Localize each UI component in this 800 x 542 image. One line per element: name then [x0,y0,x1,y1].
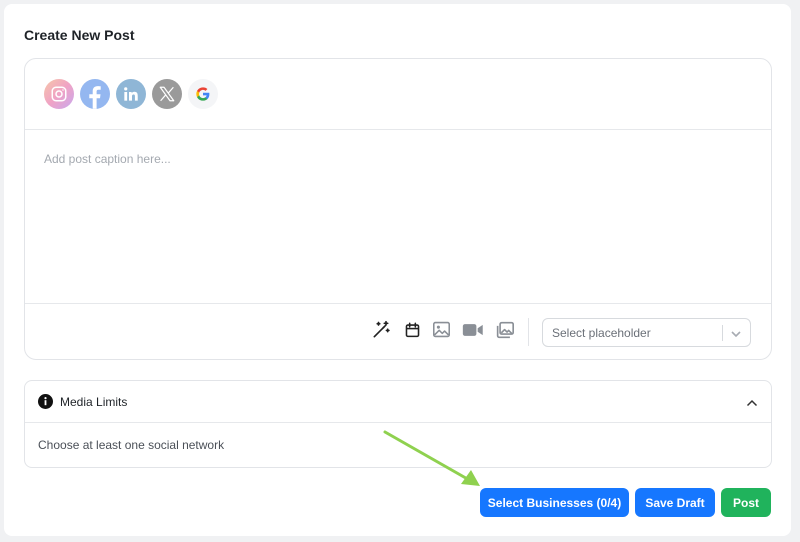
ai-assist-button[interactable] [371,320,391,345]
select-businesses-button[interactable]: Select Businesses (0/4) [480,488,629,517]
page-title: Create New Post [24,27,135,43]
facebook-icon [80,79,110,109]
x-icon [158,85,176,103]
media-limits-title: Media Limits [60,395,128,409]
magic-wand-icon [371,320,391,345]
add-gallery-button[interactable] [495,321,515,344]
x-toggle[interactable] [152,79,182,109]
google-icon [195,86,211,102]
composer-toolbar: Select placeholder [25,303,771,360]
gallery-icon [495,321,515,344]
post-button[interactable]: Post [721,488,771,517]
instagram-icon [50,85,68,103]
add-video-button[interactable] [462,322,484,342]
save-draft-button[interactable]: Save Draft [635,488,715,517]
social-network-bar [25,59,771,130]
linkedin-toggle[interactable] [116,79,146,109]
placeholder-select-text: Select placeholder [552,326,651,340]
image-icon [432,321,451,343]
caption-textarea[interactable] [25,131,771,303]
google-toggle[interactable] [188,79,218,109]
placeholder-select[interactable]: Select placeholder [542,318,751,347]
toolbar-divider [528,318,529,346]
create-post-card: Create New Post Add post caption here...… [4,4,791,536]
post-composer: Select placeholder [24,58,772,360]
chevron-up-icon[interactable] [746,396,758,408]
schedule-button[interactable] [403,321,421,344]
media-limits-panel: Media Limits Choose at least one social … [24,380,772,468]
facebook-toggle[interactable] [80,79,110,109]
add-image-button[interactable] [431,321,451,343]
media-limits-message: Choose at least one social network [38,438,225,452]
video-icon [462,322,484,343]
media-limits-header[interactable]: Media Limits [25,381,771,423]
instagram-toggle[interactable] [44,79,74,109]
calendar-icon [404,321,421,344]
select-separator [722,325,723,341]
info-icon [38,394,53,409]
chevron-down-icon [730,327,742,339]
linkedin-icon [123,86,139,102]
